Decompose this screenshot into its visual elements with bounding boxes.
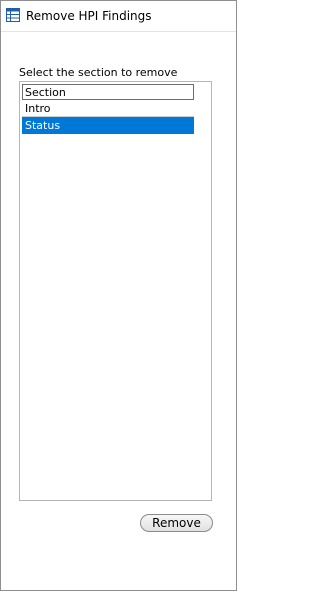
remove-button[interactable]: Remove xyxy=(140,514,213,532)
section-prompt-label: Select the section to remove xyxy=(19,66,178,79)
section-listview[interactable]: Section Intro Status xyxy=(19,81,212,501)
title-divider xyxy=(1,31,236,32)
list-item-intro[interactable]: Intro xyxy=(22,100,194,117)
window-title: Remove HPI Findings xyxy=(26,9,152,23)
table-icon xyxy=(6,8,20,22)
section-list: Section Intro Status xyxy=(22,84,194,134)
vertical-scrollbar-track[interactable] xyxy=(195,84,209,498)
list-item-status[interactable]: Status xyxy=(22,117,194,134)
remove-hpi-findings-window: Remove HPI Findings Select the section t… xyxy=(0,0,237,591)
column-header-section[interactable]: Section xyxy=(22,84,194,100)
title-bar: Remove HPI Findings xyxy=(1,1,236,31)
